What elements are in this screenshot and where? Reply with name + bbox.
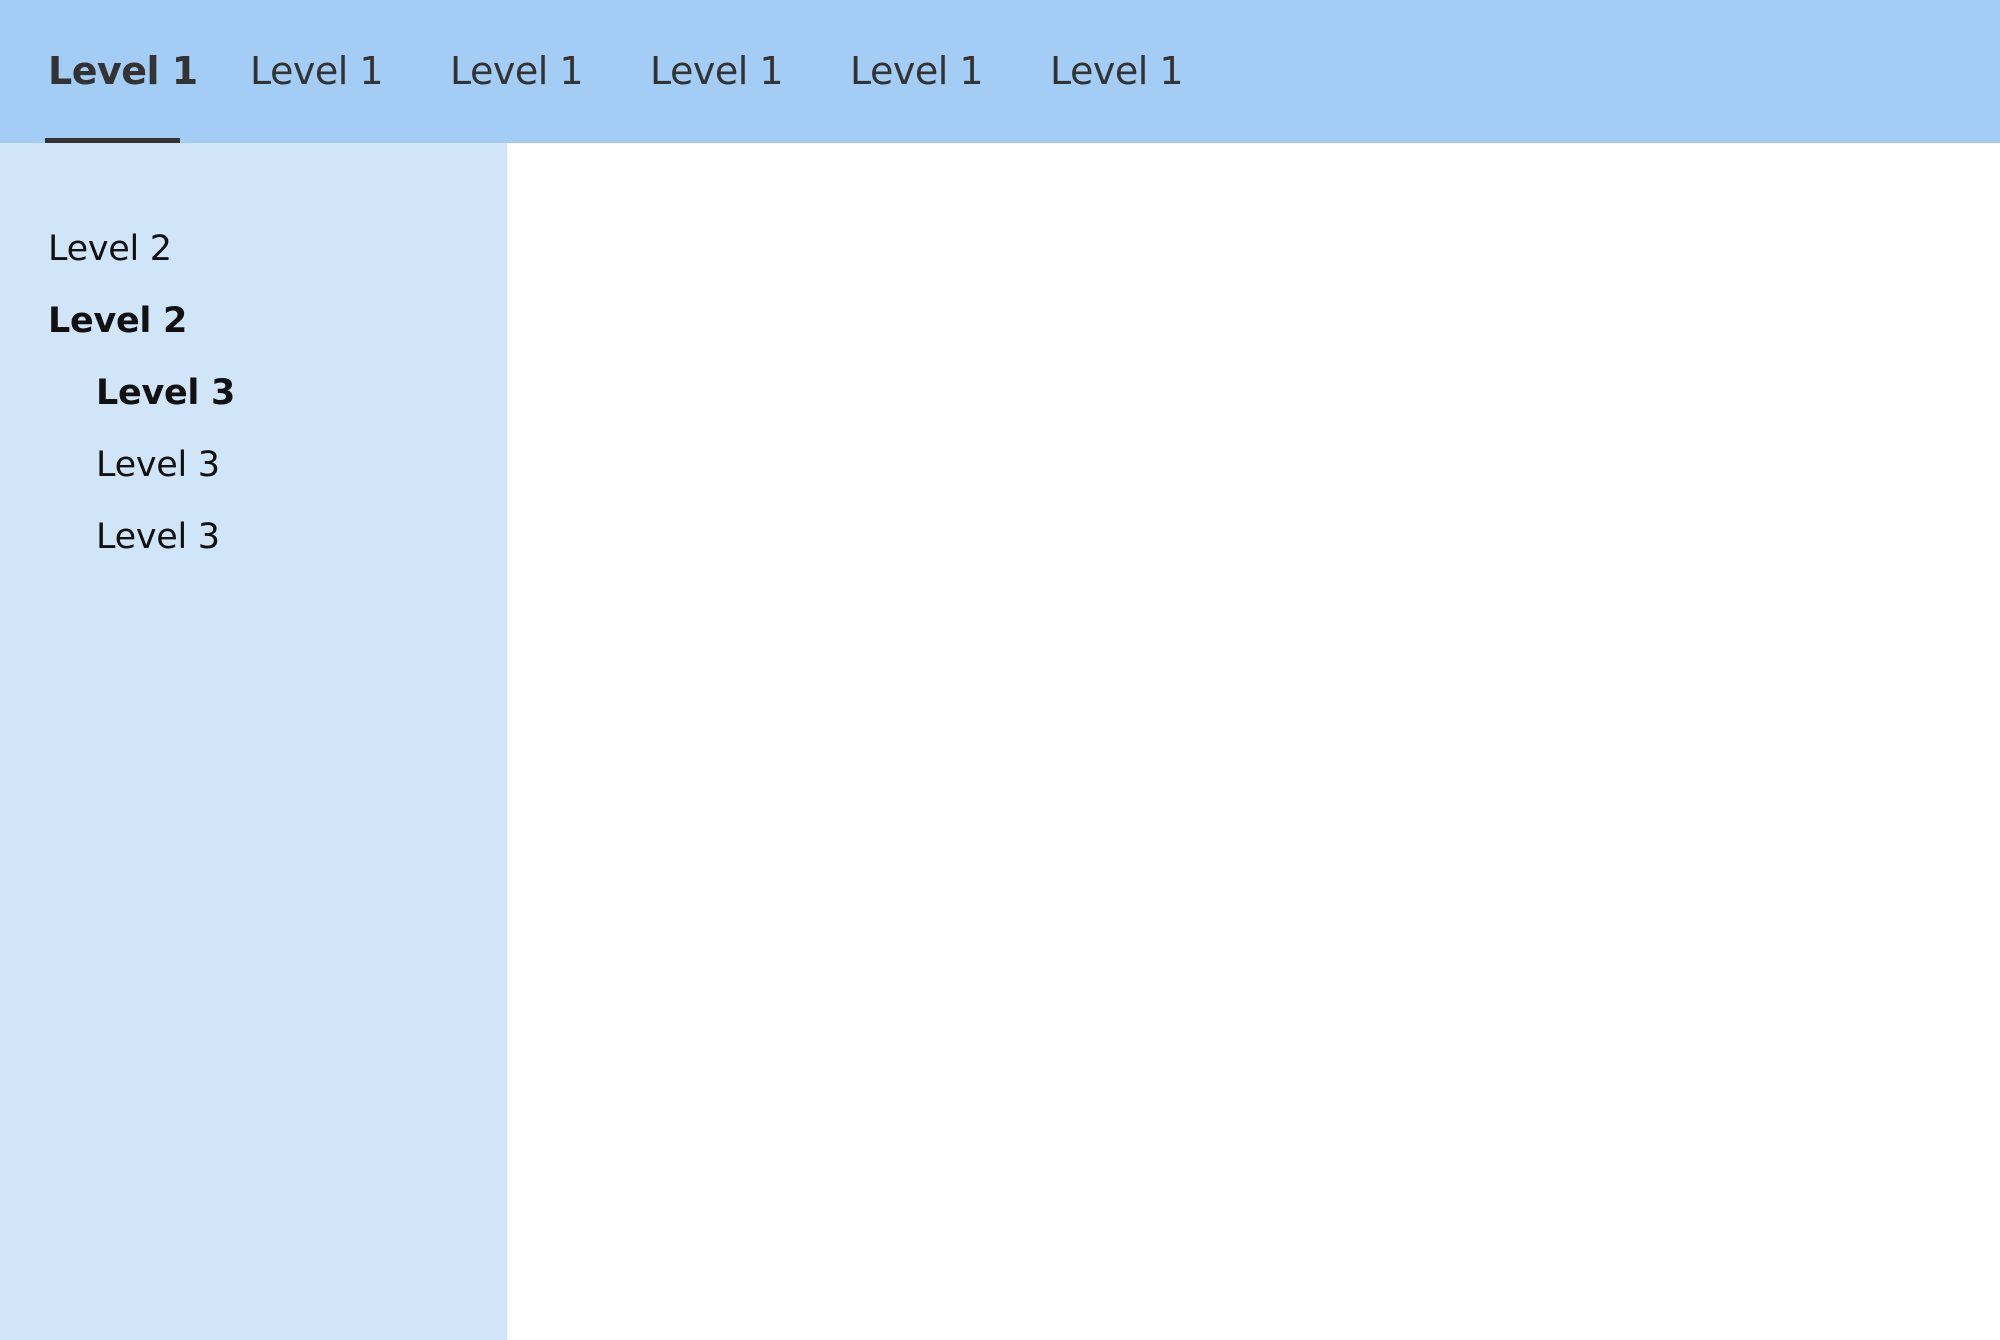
main-content-area xyxy=(507,143,2000,1340)
tab-level-1-active[interactable]: Level 1 xyxy=(48,0,198,143)
sidebar-item-level-2-selected[interactable]: Level 2 xyxy=(48,301,187,341)
sidebar-item-level-2[interactable]: Level 2 xyxy=(48,229,172,269)
tab-level-1[interactable]: Level 1 xyxy=(850,0,984,143)
sidebar-item-level-3[interactable]: Level 3 xyxy=(96,517,220,557)
tab-level-1[interactable]: Level 1 xyxy=(1050,0,1184,143)
sidebar: Level 2 Level 2 Level 3 Level 3 Level 3 xyxy=(0,143,507,1340)
top-navigation-bar: Level 1 Level 1 Level 1 Level 1 Level 1 … xyxy=(0,0,2000,143)
sidebar-item-level-3[interactable]: Level 3 xyxy=(96,445,220,485)
tab-level-1[interactable]: Level 1 xyxy=(650,0,784,143)
tab-level-1[interactable]: Level 1 xyxy=(250,0,384,143)
tab-level-1[interactable]: Level 1 xyxy=(450,0,584,143)
sidebar-item-level-3-selected[interactable]: Level 3 xyxy=(96,373,235,413)
